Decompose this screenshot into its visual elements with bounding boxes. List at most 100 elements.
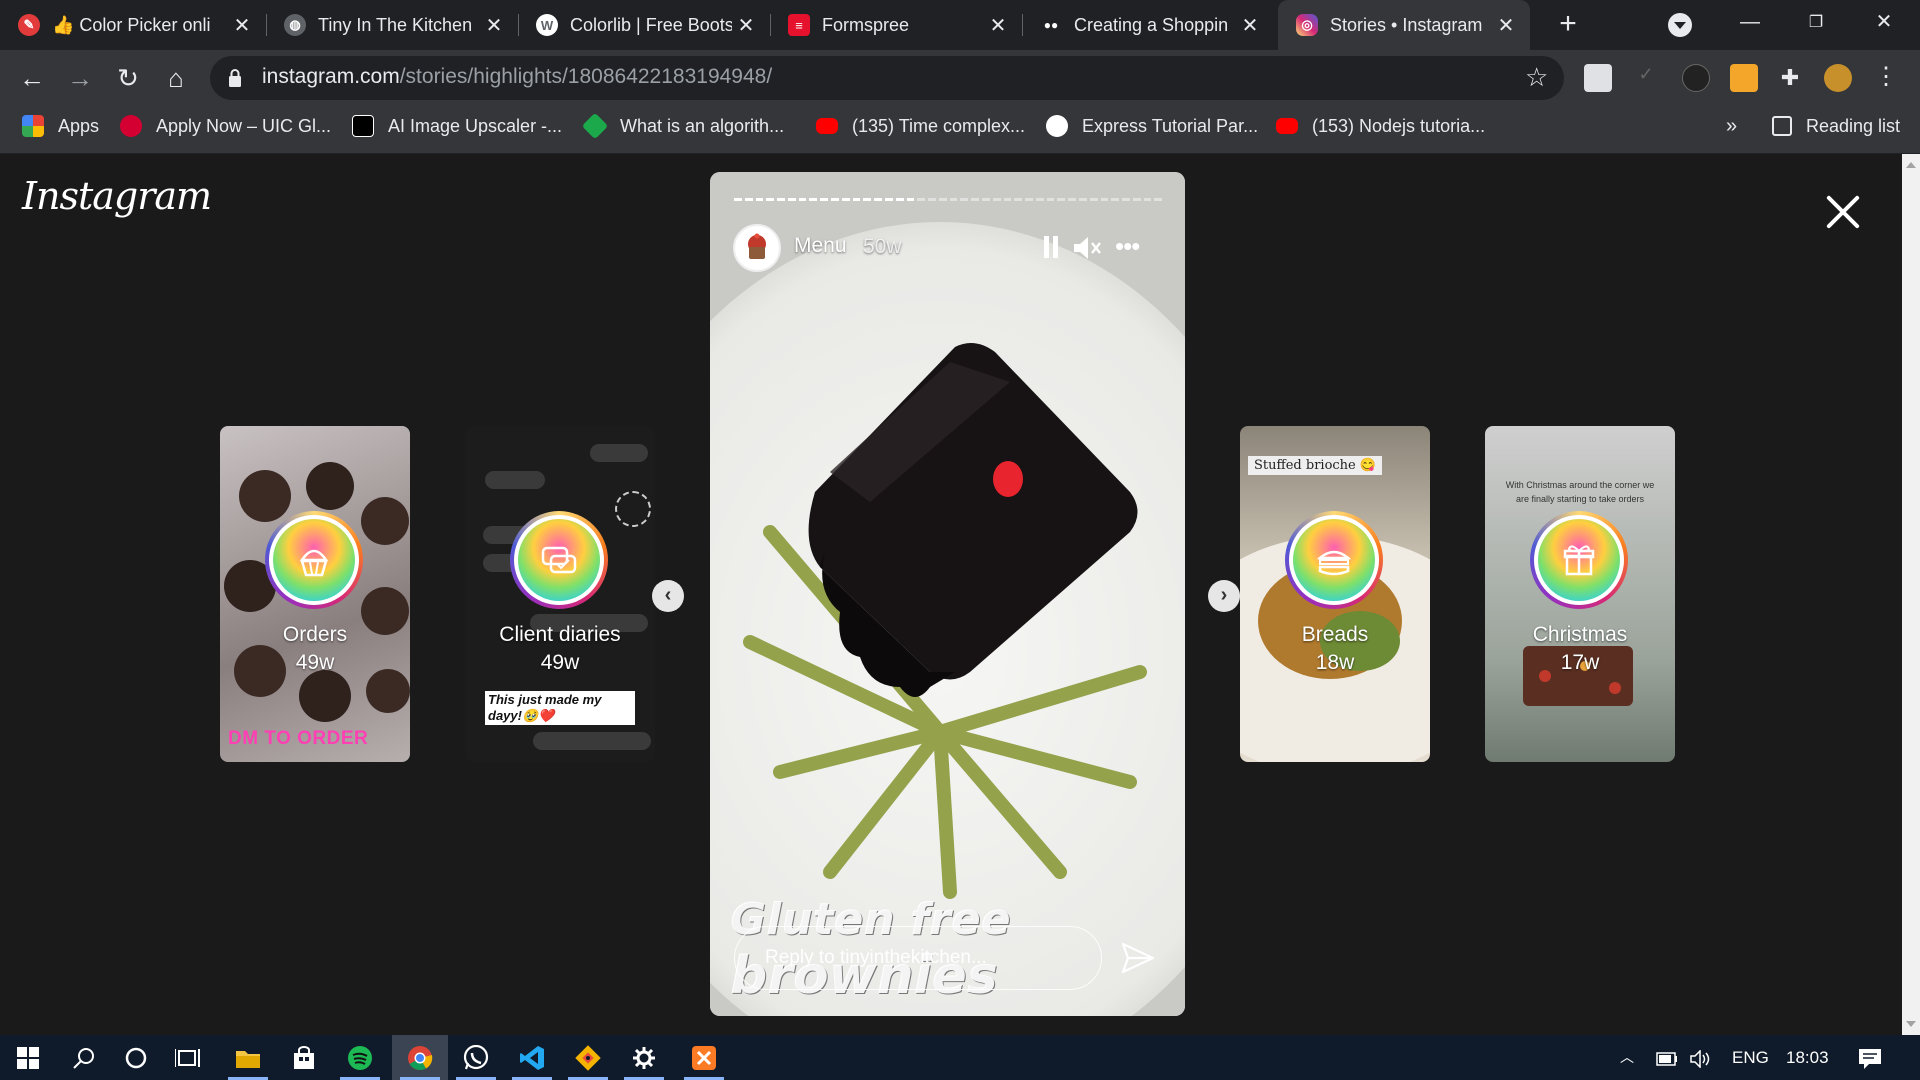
tab-color-picker[interactable]: ✎ 👍 Color Picker onli ✕	[0, 0, 266, 50]
close-stories-button[interactable]	[1820, 190, 1866, 236]
battery-icon[interactable]	[1656, 1035, 1678, 1080]
sticker	[615, 491, 651, 527]
bookmark-uic[interactable]: Apply Now – UIC Gl...	[120, 106, 331, 146]
cortana-button[interactable]	[108, 1035, 164, 1080]
bookmark-apps[interactable]: Apps	[22, 106, 99, 146]
tab-colorlib[interactable]: W Colorlib | Free Boots ✕	[518, 0, 770, 50]
whatsapp-icon	[463, 1044, 489, 1069]
minimize-button[interactable]: —	[1720, 0, 1780, 45]
highlight-card-christmas[interactable]: With Christmas around the corner we are …	[1485, 426, 1675, 762]
restore-button[interactable]: ❐	[1786, 0, 1846, 45]
store-button[interactable]	[276, 1035, 332, 1080]
story-title[interactable]: Menu	[794, 234, 847, 258]
scroll-up-icon[interactable]	[1906, 162, 1916, 168]
progress-segment	[971, 198, 979, 201]
tab-title: Stories • Instagram	[1330, 14, 1483, 35]
highlight-avatar-ring	[510, 511, 608, 609]
progress-segment	[1025, 198, 1033, 201]
git-client-button[interactable]	[560, 1035, 616, 1080]
extension-check-icon[interactable]: ✓	[1632, 64, 1660, 92]
tab-close-icon[interactable]: ✕	[732, 13, 760, 38]
search-button[interactable]	[56, 1035, 112, 1080]
send-icon[interactable]	[1120, 940, 1156, 976]
notifications-icon[interactable]	[1858, 1035, 1882, 1080]
tab-close-icon[interactable]: ✕	[1492, 13, 1520, 38]
bookmark-time-complexity[interactable]: (135) Time complex...	[816, 106, 1025, 146]
lock-icon[interactable]	[228, 68, 242, 88]
tab-tiny-in-the-kitchen[interactable]: ◍ Tiny In The Kitchen ✕	[266, 0, 518, 50]
profile-avatar[interactable]	[1824, 64, 1852, 92]
tab-close-icon[interactable]: ✕	[984, 13, 1012, 38]
forward-button[interactable]: →	[60, 58, 100, 98]
chrome-menu-icon[interactable]: ⋮	[1872, 64, 1900, 92]
progress-segment	[949, 198, 958, 201]
more-options-icon[interactable]: •••	[1115, 233, 1151, 260]
spotify-button[interactable]	[332, 1035, 388, 1080]
chat-bubble	[590, 444, 648, 462]
bookmark-star-icon[interactable]: ☆	[1525, 62, 1548, 93]
tab-search-button[interactable]	[1668, 13, 1692, 37]
tab-close-icon[interactable]: ✕	[480, 13, 508, 38]
bookmark-label: (135) Time complex...	[852, 115, 1026, 136]
bookmark-algorithm[interactable]: What is an algorith...	[581, 106, 784, 146]
chrome-button[interactable]	[392, 1035, 448, 1080]
tab-instagram-stories[interactable]: ◎ Stories • Instagram ✕	[1278, 0, 1530, 50]
new-tab-button[interactable]: +	[1551, 8, 1585, 42]
highlight-name: Client diaries	[499, 623, 621, 646]
extension-circle-icon[interactable]	[1682, 64, 1710, 92]
settings-button[interactable]	[616, 1035, 672, 1080]
tab-close-icon[interactable]: ✕	[1236, 13, 1264, 38]
highlight-card-breads[interactable]: Stuffed brioche 😋 Breads 18w	[1240, 426, 1430, 762]
previous-story-button[interactable]: ‹	[652, 580, 684, 612]
progress-segment	[981, 198, 990, 201]
show-hidden-icons-chevron-icon[interactable]: ︿	[1620, 1035, 1634, 1080]
mute-icon[interactable]	[1072, 235, 1102, 261]
reply-input[interactable]	[734, 926, 1102, 990]
vscode-button[interactable]	[504, 1035, 560, 1080]
clock[interactable]: 18:03	[1786, 1035, 1829, 1080]
xampp-button[interactable]	[676, 1035, 732, 1080]
pause-icon[interactable]	[1042, 236, 1060, 260]
story-account-avatar[interactable]	[733, 224, 781, 272]
highlight-card-client-diaries[interactable]: This just made my dayy!🥹❤️ Client diarie…	[465, 426, 655, 762]
reload-button[interactable]: ↻	[108, 58, 148, 98]
bookmark-express-tutorial[interactable]: Express Tutorial Par...	[1046, 106, 1258, 146]
bookmark-ai-upscaler[interactable]: AI Image Upscaler -...	[352, 106, 562, 146]
url-text[interactable]: instagram.com/stories/highlights/1808642…	[262, 65, 772, 89]
extension-puzzle-tile-icon[interactable]	[1584, 64, 1612, 92]
language-indicator[interactable]: ENG	[1732, 1035, 1769, 1080]
task-view-button[interactable]	[160, 1035, 216, 1080]
store-bag-icon	[294, 1045, 314, 1069]
volume-icon[interactable]	[1690, 1035, 1712, 1080]
highlight-card-orders[interactable]: DM TO ORDER Orders 49w	[220, 426, 410, 762]
highlight-age: 49w	[295, 651, 335, 674]
bookmarks-overflow-button[interactable]: »	[1726, 106, 1737, 146]
next-story-button[interactable]: ›	[1208, 580, 1240, 612]
page-scrollbar[interactable]	[1902, 154, 1920, 1035]
client-diaries-caption: This just made my dayy!🥹❤️	[485, 691, 635, 725]
extensions-puzzle-icon[interactable]: ✚	[1776, 64, 1804, 92]
folder-icon	[236, 1050, 260, 1068]
home-button[interactable]: ⌂	[156, 58, 196, 98]
search-icon	[73, 1047, 94, 1069]
progress-segment	[1111, 198, 1120, 201]
brownie-photo	[710, 172, 1185, 1016]
reading-list-button[interactable]: Reading list	[1772, 106, 1900, 146]
back-button[interactable]: ←	[12, 58, 52, 98]
tab-creating-shopping[interactable]: ●● Creating a Shoppin ✕	[1022, 0, 1274, 50]
scroll-down-icon[interactable]	[1906, 1021, 1916, 1027]
highlight-avatar-ring	[265, 511, 363, 609]
story-progress-bar	[734, 198, 1163, 201]
progress-segment	[992, 198, 1001, 201]
bookmark-nodejs-tutorial[interactable]: (153) Nodejs tutoria...	[1276, 106, 1485, 146]
start-button[interactable]	[0, 1035, 56, 1080]
tab-formspree[interactable]: ≡ Formspree ✕	[770, 0, 1022, 50]
extension-penguin-icon[interactable]	[1730, 64, 1758, 92]
active-story[interactable]: Menu 50w ••• Gluten free brownies	[710, 172, 1185, 1016]
close-window-button[interactable]: ✕	[1854, 0, 1914, 45]
instagram-logo[interactable]: Instagram	[22, 174, 212, 218]
tab-close-icon[interactable]: ✕	[228, 13, 256, 38]
highlight-name: Orders	[282, 623, 348, 646]
whatsapp-button[interactable]	[448, 1035, 504, 1080]
file-explorer-button[interactable]	[220, 1035, 276, 1080]
